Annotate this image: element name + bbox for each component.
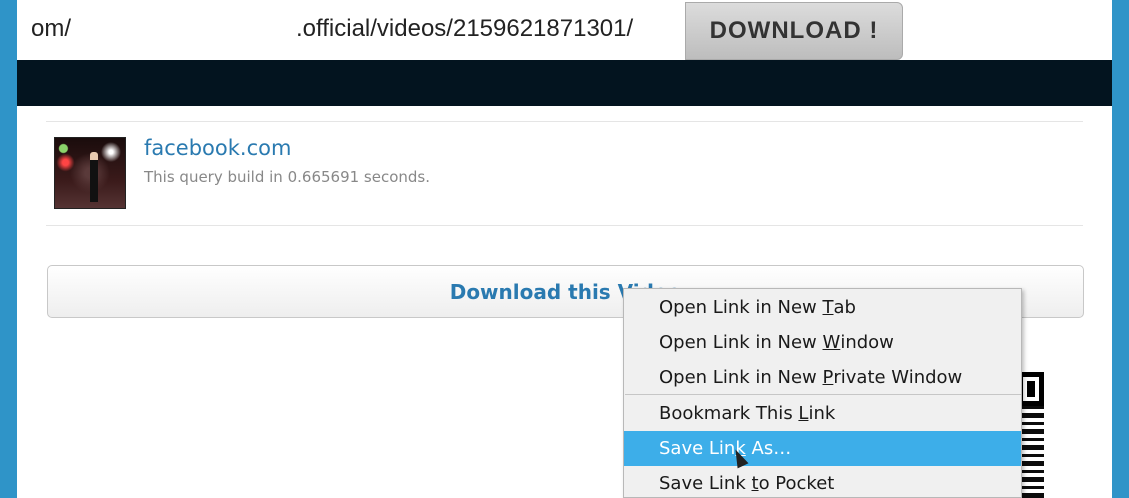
menu-item-text: Bookmark This — [659, 403, 799, 424]
menu-item-text: o Pocket — [758, 473, 835, 494]
menu-item-text: ink — [808, 403, 836, 424]
result-site-link[interactable]: facebook.com — [144, 136, 291, 160]
menu-separator — [625, 394, 1021, 395]
menu-item-accel: L — [798, 403, 809, 424]
url-text-right: .official/videos/2159621871301/ — [296, 15, 634, 42]
header-bar — [17, 60, 1112, 106]
menu-item-accel: T — [822, 297, 834, 318]
menu-item-open-new-tab[interactable]: Open Link in New Tab — [624, 290, 1021, 325]
menu-item-text: Save Link — [659, 473, 752, 494]
divider — [46, 225, 1083, 226]
menu-item-text: Save Lin — [659, 438, 736, 459]
menu-item-text: ab — [833, 297, 856, 318]
url-input[interactable]: om/ .official/videos/2159621871301/ — [17, 2, 685, 60]
menu-item-accel: t — [751, 473, 759, 494]
menu-item-save-to-pocket[interactable]: Save Link to Pocket — [624, 466, 1021, 498]
menu-item-open-new-window[interactable]: Open Link in New Window — [624, 325, 1021, 360]
menu-item-save-link-as[interactable]: Save Lin k As… — [624, 431, 1021, 466]
video-thumbnail[interactable] — [54, 137, 126, 209]
thumbnail-figure — [90, 152, 98, 202]
menu-item-open-private-window[interactable]: Open Link in New Private Window — [624, 360, 1021, 395]
menu-item-text: As… — [745, 438, 792, 459]
menu-item-accel: P — [822, 367, 834, 388]
menu-item-text: Open Link in New — [659, 297, 823, 318]
menu-item-accel: W — [822, 332, 841, 353]
menu-item-text: Open Link in New — [659, 367, 823, 388]
download-button[interactable]: DOWNLOAD ! — [685, 2, 903, 60]
menu-item-text: indow — [840, 332, 894, 353]
menu-item-bookmark-link[interactable]: Bookmark This Link — [624, 396, 1021, 431]
context-menu: Open Link in New Tab Open Link in New Wi… — [623, 288, 1022, 498]
query-time-text: This query build in 0.665691 seconds. — [144, 168, 431, 186]
divider — [46, 121, 1083, 122]
menu-item-text: Open Link in New — [659, 332, 823, 353]
menu-item-text: rivate Window — [833, 367, 963, 388]
url-text-left: om/ — [31, 15, 72, 42]
